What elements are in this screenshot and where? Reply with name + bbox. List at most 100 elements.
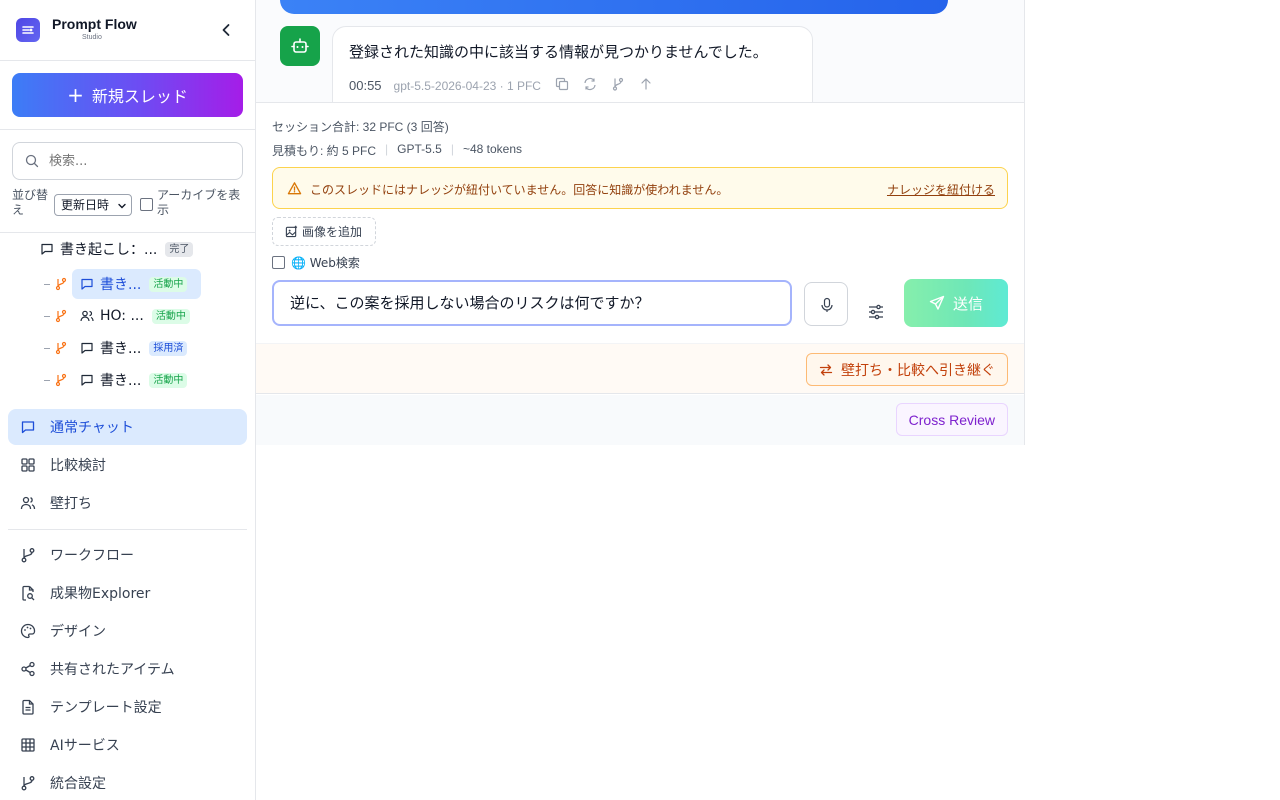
archive-checkbox[interactable] — [140, 198, 153, 211]
link-knowledge-button[interactable]: ナレッジを紐付ける — [887, 181, 995, 198]
generation-settings-button[interactable] — [864, 300, 888, 324]
sidebar-item-workflow[interactable]: ワークフロー — [8, 537, 247, 573]
message-time: 00:55 — [349, 78, 382, 93]
thread-tree: 書き起こし：... 完了 書き... 活動中 HO: ... 活動中 書き...… — [0, 234, 255, 397]
model-name: GPT-5.5 — [397, 142, 442, 156]
microphone-icon — [821, 297, 833, 312]
brand-subtitle: Studio — [82, 34, 102, 41]
sidebar-item-ai-services[interactable]: AIサービス — [8, 727, 247, 763]
voice-input-button[interactable] — [804, 282, 848, 326]
refresh-icon — [584, 77, 596, 91]
grid-icon — [21, 458, 35, 472]
workflow-icon — [21, 548, 35, 563]
file-search-icon — [22, 585, 35, 601]
tree-connector — [44, 348, 50, 349]
status-badge: 活動中 — [149, 372, 188, 388]
tree-connector — [44, 380, 50, 381]
search-box[interactable] — [12, 142, 243, 180]
sidebar-item-label: 通常チャット — [50, 420, 134, 436]
session-total: セッション合計: 32 PFC (3 回答) — [272, 120, 449, 134]
chat-icon — [81, 342, 93, 354]
sidebar-item-design[interactable]: デザイン — [8, 613, 247, 649]
chevron-down-icon — [118, 203, 126, 209]
sidebar-item-label: 比較検討 — [50, 458, 106, 474]
thread-child[interactable]: 書き... 採用済 — [72, 333, 201, 363]
scroll-up-button[interactable] — [639, 77, 653, 94]
branch-button[interactable] — [611, 77, 625, 94]
sidebar-item-templates[interactable]: テンプレート設定 — [8, 689, 247, 725]
cross-review-button[interactable]: Cross Review — [895, 403, 1008, 436]
copy-icon — [555, 77, 569, 91]
status-badge: 採用済 — [149, 340, 188, 356]
tree-connector — [44, 284, 50, 285]
sidebar-item-label: 成果物Explorer — [50, 586, 151, 602]
web-search-toggle[interactable]: 🌐 Web検索 — [272, 254, 360, 271]
thread-child-label: 書き... — [100, 341, 142, 357]
sidebar-item-artifacts[interactable]: 成果物Explorer — [8, 575, 247, 611]
new-thread-button[interactable]: + 新規スレッド — [12, 73, 243, 117]
warning-icon — [287, 182, 302, 195]
thread-child[interactable]: 書き... 活動中 — [72, 269, 201, 299]
handoff-button[interactable]: 壁打ち・比較へ引き継ぐ — [806, 353, 1008, 386]
thread-child-label: 書き... — [100, 373, 142, 389]
sidebar-item-shared[interactable]: 共有されたアイテム — [8, 651, 247, 687]
thread-root[interactable]: 書き起こし：... 完了 — [40, 234, 194, 264]
regenerate-button[interactable] — [583, 77, 597, 94]
thread-child-label: 書き... — [100, 277, 142, 293]
add-image-button[interactable]: 画像を追加 — [272, 217, 376, 246]
add-image-label: 画像を追加 — [302, 225, 363, 239]
bot-icon — [291, 38, 309, 53]
thread-child[interactable]: 書き... 活動中 — [72, 365, 201, 395]
copy-button[interactable] — [555, 77, 569, 94]
cost-estimate: 見積もり: 約 5 PFC | GPT-5.5 | ~48 tokens — [272, 142, 522, 159]
bot-avatar — [280, 26, 320, 66]
sidebar-item-compare[interactable]: 比較検討 — [8, 447, 247, 483]
status-badge: 活動中 — [151, 308, 190, 324]
sidebar-item-label: 壁打ち — [50, 496, 92, 512]
web-search-checkbox[interactable] — [272, 256, 285, 269]
users-icon — [20, 496, 36, 510]
sidebar-item-label: 統合設定 — [50, 776, 106, 792]
logo-icon — [16, 18, 40, 42]
sidebar-item-label: AIサービス — [50, 738, 120, 754]
web-search-label: 🌐 Web検索 — [291, 256, 360, 270]
collapse-sidebar-button[interactable] — [216, 20, 236, 40]
chevron-left-icon — [222, 24, 230, 36]
search-input[interactable] — [49, 151, 234, 171]
send-label: 送信 — [952, 294, 983, 313]
sort-value: 更新日時 — [61, 198, 110, 212]
composer: セッション合計: 32 PFC (3 回答) 見積もり: 約 5 PFC | G… — [256, 104, 1024, 343]
sidebar: Prompt Flow Studio + 新規スレッド 並び替え 更新日時 アー… — [0, 0, 256, 800]
chat-icon — [41, 243, 53, 255]
thread-child-label: HO: ... — [100, 308, 144, 324]
bot-message-bubble: 登録された知識の中に該当する情報が見つかりませんでした。 00:55 gpt-5… — [332, 26, 813, 102]
knowledge-warning: このスレッドにはナレッジが紐付いていません。回答に知識が使われません。 ナレッジ… — [272, 167, 1008, 209]
sidebar-item-label: デザイン — [50, 624, 106, 640]
handoff-label: 壁打ち・比較へ引き継ぐ — [841, 362, 995, 379]
plus-icon: + — [67, 83, 84, 107]
sidebar-item-label: 共有されたアイテム — [50, 662, 175, 678]
nav-divider — [8, 529, 247, 530]
message-input[interactable]: 逆に、この案を採用しない場合のリスクは何ですか？ — [272, 280, 792, 326]
bot-message-meta: 00:55 gpt-5.5-2026-04-23 · 1 PFC — [349, 77, 667, 94]
separator: | — [385, 142, 389, 156]
sidebar-item-chat[interactable]: 通常チャット — [8, 409, 247, 445]
thread-child[interactable]: HO: ... 活動中 — [72, 301, 201, 331]
user-message-bubble — [280, 0, 948, 14]
sidebar-item-integrations[interactable]: 統合設定 — [8, 765, 247, 800]
chat-icon — [21, 421, 35, 434]
send-button[interactable]: 送信 — [904, 279, 1008, 327]
chat-messages[interactable]: 登録された知識の中に該当する情報が見つかりませんでした。 00:55 gpt-5… — [256, 0, 1024, 103]
chat-icon — [81, 278, 93, 290]
chat-icon — [81, 374, 93, 386]
share-icon — [21, 661, 35, 677]
message-model: gpt-5.5-2026-04-23 · 1 PFC — [393, 78, 541, 93]
sort-label: 並び替え — [12, 188, 49, 217]
sidebar-item-sparring[interactable]: 壁打ち — [8, 485, 247, 521]
sidebar-item-label: ワークフロー — [50, 548, 134, 564]
sort-select[interactable]: 更新日時 — [54, 194, 132, 216]
users-icon — [80, 310, 94, 322]
status-badge: 活動中 — [149, 276, 188, 292]
thread-root-label: 書き起こし：... — [60, 242, 158, 258]
image-add-icon — [285, 225, 298, 238]
